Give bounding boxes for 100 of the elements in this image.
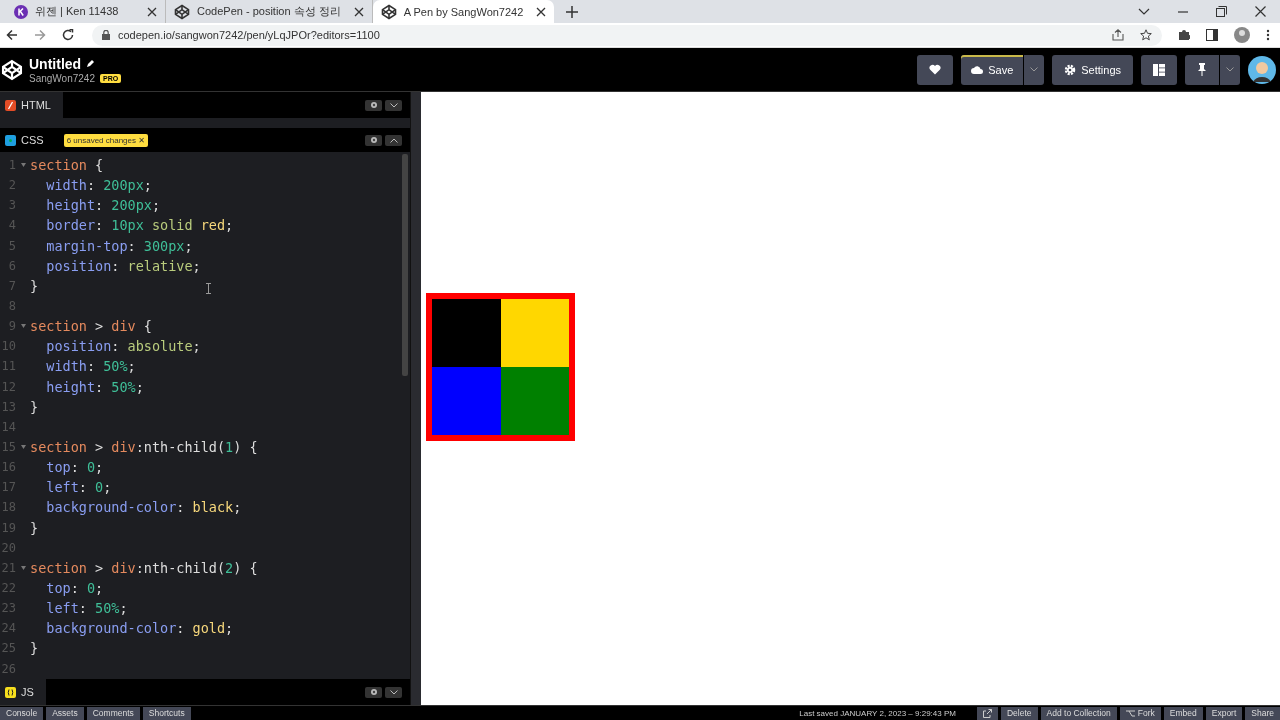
code-line: top: 0; <box>45 580 104 596</box>
line-number: 14 <box>0 419 16 434</box>
share-icon[interactable] <box>1112 29 1124 41</box>
line-number: 6 <box>7 258 16 273</box>
collapse-button[interactable] <box>385 686 402 698</box>
external-link-icon <box>982 708 992 718</box>
chevron-down-icon <box>389 689 398 695</box>
save-button[interactable]: Save <box>961 54 1024 85</box>
close-icon[interactable] <box>536 6 547 17</box>
line-number: 1 <box>7 158 16 173</box>
braces-icon <box>5 686 16 698</box>
footer-button[interactable]: Console <box>0 706 44 720</box>
footer-button[interactable]: Delete <box>1000 706 1038 720</box>
username-link[interactable]: SangWon7242 <box>29 72 95 84</box>
reload-icon[interactable] <box>62 29 74 41</box>
text-cursor-icon <box>206 283 211 294</box>
settings-icon <box>369 136 378 144</box>
code-line: } <box>30 640 39 657</box>
scrollbar-thumb[interactable] <box>402 154 408 376</box>
settings-button[interactable] <box>365 99 382 111</box>
line-number: 15 <box>0 440 16 455</box>
line-number: 12 <box>0 379 16 394</box>
fold-caret-icon[interactable] <box>20 324 26 329</box>
code-line: section > div:nth-child(2) { <box>30 559 258 576</box>
line-number: 17 <box>0 480 16 495</box>
line-number: 22 <box>0 581 16 595</box>
footer-button[interactable]: Assets <box>46 706 84 720</box>
settings-button[interactable] <box>365 686 382 698</box>
collapse-button[interactable] <box>385 134 402 146</box>
heart-icon <box>929 64 942 75</box>
footer-button[interactable]: Share <box>1245 706 1280 720</box>
avatar-icon[interactable] <box>1248 55 1276 84</box>
footer-button[interactable]: Add to Collection <box>1040 706 1117 720</box>
cube-icon <box>380 3 397 20</box>
close-icon[interactable] <box>147 6 157 17</box>
code-line: section { <box>30 157 104 174</box>
line-number: 21 <box>0 560 16 575</box>
line-number: 23 <box>0 601 16 616</box>
side-panel-icon[interactable] <box>1206 29 1218 41</box>
code-line: height: 50%; <box>45 378 144 395</box>
profile-avatar-icon[interactable] <box>1234 27 1250 43</box>
settings-button[interactable] <box>365 134 382 146</box>
fold-caret-icon[interactable] <box>20 565 26 570</box>
forward-arrow-icon[interactable] <box>34 29 46 41</box>
code-line: left: 0; <box>45 479 112 496</box>
unsaved-changes-badge[interactable]: 6 unsaved changes ✕ <box>63 133 148 147</box>
line-number: 7 <box>7 278 16 293</box>
code-line: margin-top: 300px; <box>45 237 193 254</box>
more-vertical-icon[interactable] <box>1266 29 1270 41</box>
code-line: section > div { <box>30 318 152 335</box>
fork-icon <box>1125 709 1135 717</box>
line-number: 18 <box>0 500 16 515</box>
line-number: 11 <box>0 359 16 374</box>
settings-icon <box>369 101 378 109</box>
line-number: 4 <box>7 218 16 233</box>
address-bar[interactable]: codepen.io/sangwon7242/pen/yLqJPOr?editors=1100 <box>92 24 1162 46</box>
collapse-button[interactable] <box>385 99 402 111</box>
star-icon[interactable] <box>1140 29 1152 41</box>
close-icon[interactable] <box>1255 6 1266 17</box>
pin-icon <box>1197 63 1207 76</box>
line-number: 3 <box>7 198 16 213</box>
footer-button[interactable]: Comments <box>86 706 140 720</box>
fold-caret-icon[interactable] <box>20 445 26 450</box>
code-line: top: 0; <box>45 459 104 476</box>
restore-icon[interactable] <box>1216 6 1227 17</box>
line-number: 5 <box>7 238 16 253</box>
line-number: 10 <box>0 339 16 354</box>
pencil-icon[interactable] <box>86 59 96 68</box>
footer-button[interactable]: Embed <box>1163 706 1203 720</box>
pen-title[interactable]: Untitled <box>29 55 82 72</box>
settings-icon <box>1064 63 1077 76</box>
line-number: 16 <box>0 460 16 475</box>
resize-handle[interactable] <box>410 92 421 705</box>
like-button[interactable] <box>917 54 954 85</box>
settings-button[interactable]: Settings <box>1052 54 1133 85</box>
pin-button[interactable] <box>1185 54 1219 85</box>
puzzle-piece-icon[interactable] <box>1178 29 1190 41</box>
minimize-icon[interactable] <box>1178 10 1188 13</box>
fork-button[interactable]: Fork <box>1119 706 1161 720</box>
code-line: border: 10px solid red; <box>45 217 234 234</box>
footer-button[interactable]: Export <box>1205 706 1243 720</box>
close-icon[interactable] <box>353 6 364 17</box>
chevron-down-icon[interactable] <box>1138 7 1150 16</box>
layout-button[interactable] <box>1141 54 1177 85</box>
fold-caret-icon[interactable] <box>20 163 26 168</box>
code-line: left: 50%; <box>45 600 128 617</box>
lock-icon <box>102 30 110 40</box>
code-line: background-color: gold; <box>45 620 234 637</box>
editor-tab[interactable]: HTML <box>0 92 63 118</box>
slash-icon <box>5 99 16 111</box>
plus-icon[interactable] <box>566 5 579 18</box>
open-external-button[interactable] <box>976 706 998 720</box>
line-number: 20 <box>0 540 16 555</box>
cloud-icon <box>971 65 984 74</box>
browser-tab[interactable]: A Pen by SangWon7242 <box>372 0 555 23</box>
cube-logo-icon[interactable] <box>1 58 23 81</box>
code-line: width: 50%; <box>45 358 136 375</box>
back-arrow-icon[interactable] <box>6 29 18 41</box>
footer-button[interactable]: Shortcuts <box>142 706 191 720</box>
editor-tab[interactable]: JS <box>0 679 46 705</box>
